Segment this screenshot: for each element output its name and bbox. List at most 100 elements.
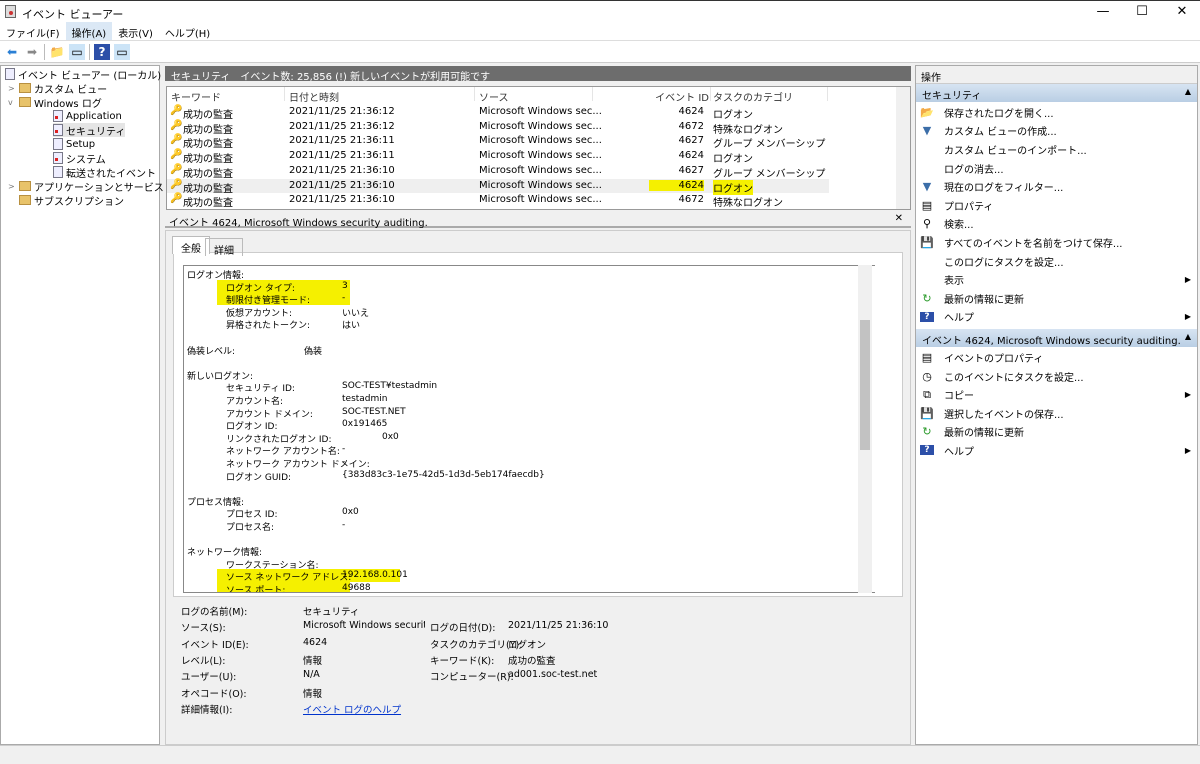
tree-item[interactable]: > アプリケーションとサービス ログ xyxy=(8,179,187,194)
submenu-arrow-icon: ▶ xyxy=(1184,275,1191,285)
action-item[interactable]: 📂 保存されたログを開く... xyxy=(916,103,1197,122)
log-icon xyxy=(53,110,63,122)
action-item[interactable]: ▼ 現在のログをフィルター... xyxy=(916,177,1197,196)
submenu-arrow-icon: ▶ xyxy=(1184,445,1191,455)
tab-details[interactable]: 詳細 xyxy=(205,238,243,257)
expand-arrow-icon[interactable]: v xyxy=(8,98,16,107)
table-row[interactable]: 🔑 成功の監査 2021/11/25 21:36:10 Microsoft Windo… xyxy=(167,178,829,195)
help-icon[interactable]: ? xyxy=(94,43,110,60)
tree-item[interactable]: システム xyxy=(53,151,106,166)
event-log-help-link[interactable]: イベント ログのヘルプ xyxy=(303,702,401,716)
column-header[interactable]: キーワード xyxy=(171,89,221,104)
field-value: ログオン xyxy=(508,639,547,651)
action-item[interactable]: ログの消去... xyxy=(916,159,1197,178)
detail-label: 新しいログオン: xyxy=(187,371,254,382)
tree-item[interactable]: 転送されたイベント xyxy=(53,165,156,180)
forward-icon[interactable]: ➡ xyxy=(24,44,40,60)
action-item[interactable]: ◷ このイベントにタスクを設定... xyxy=(916,367,1197,386)
action-item[interactable]: 表示 ▶ xyxy=(916,270,1197,289)
scrollbar-thumb[interactable] xyxy=(860,320,870,450)
column-divider[interactable] xyxy=(474,87,475,101)
collapse-icon[interactable]: ▲ xyxy=(1185,332,1191,341)
action-section-header[interactable]: イベント 4624, Microsoft Windows security au… xyxy=(916,329,1197,348)
action-item[interactable]: ▤ プロパティ xyxy=(916,196,1197,215)
cell: 4624 xyxy=(678,106,704,117)
expand-arrow-icon[interactable]: > xyxy=(8,182,16,191)
column-header[interactable]: タスクのカテゴリ xyxy=(713,89,793,104)
tree-item-label: アプリケーションとサービス ログ xyxy=(34,182,187,194)
table-row[interactable]: 🔑 成功の監査 2021/11/25 21:36:10 Microsoft Windo… xyxy=(167,164,829,180)
show-tree-icon[interactable]: ▭ xyxy=(69,43,85,60)
tree-item[interactable]: Setup xyxy=(53,137,95,151)
action-section-header[interactable]: セキュリティ ▲ xyxy=(916,84,1197,102)
column-divider[interactable] xyxy=(710,87,711,101)
action-item[interactable]: ↻ 最新の情報に更新 xyxy=(916,423,1197,442)
folder-icon xyxy=(19,195,31,205)
show-action-pane-icon[interactable]: ▭ xyxy=(114,43,130,60)
action-item[interactable]: 💾 すべてのイベントを名前をつけて保存... xyxy=(916,233,1197,252)
submenu-arrow-icon: ▶ xyxy=(1184,312,1191,322)
table-row[interactable]: 🔑 成功の監査 2021/11/25 21:36:10 Microsoft Windo… xyxy=(167,193,829,209)
column-header[interactable]: ソース xyxy=(479,89,509,104)
detail-label: ネットワーク アカウント ドメイン: xyxy=(226,460,370,470)
collapse-icon[interactable]: ▲ xyxy=(1185,87,1191,96)
close-button[interactable]: ✕ xyxy=(1164,3,1200,21)
cell: 4624 xyxy=(649,179,704,191)
tree-item[interactable]: Application xyxy=(53,109,122,123)
title-bar: イベント ビューアー — ☐ ✕ xyxy=(0,0,1200,22)
tree-item[interactable]: サブスクリプション xyxy=(8,193,124,208)
action-item[interactable]: ? ヘルプ ▶ xyxy=(916,308,1197,327)
binoculars-icon: ⚲ xyxy=(922,217,932,231)
field-label: 詳細情報(I): xyxy=(181,704,233,716)
tree-item[interactable]: > カスタム ビュー xyxy=(8,81,107,96)
action-label: プロパティ xyxy=(944,201,994,213)
copy-icon: ⧉ xyxy=(923,387,931,401)
up-folder-icon[interactable]: 📁 xyxy=(49,44,65,60)
table-row[interactable]: 🔑 成功の監査 2021/11/25 21:36:11 Microsoft Windo… xyxy=(167,134,829,150)
menu-file[interactable]: ファイル(F) xyxy=(0,22,66,40)
expand-arrow-icon[interactable]: > xyxy=(8,84,16,93)
tree-item[interactable]: v Windows ログ xyxy=(8,95,102,110)
action-item[interactable]: ↻ 最新の情報に更新 xyxy=(916,289,1197,308)
action-label: 検索... xyxy=(944,220,974,232)
detail-value: SOC-TEST.NET xyxy=(342,406,406,417)
action-item[interactable]: このログにタスクを設定... xyxy=(916,252,1197,271)
action-item[interactable]: カスタム ビューのインポート... xyxy=(916,140,1197,159)
close-icon[interactable]: ✕ xyxy=(895,213,903,224)
action-item[interactable]: 💾 選択したイベントの保存... xyxy=(916,404,1197,423)
action-label: すべてのイベントを名前をつけて保存... xyxy=(944,238,1123,250)
cell: 2021/11/25 21:36:12 xyxy=(289,106,395,117)
action-item[interactable]: ▤ イベントのプロパティ xyxy=(916,348,1197,367)
tree-item[interactable]: イベント ビューアー (ローカル) xyxy=(5,67,161,82)
action-item[interactable]: ⚲ 検索... xyxy=(916,215,1197,234)
detail-label: 仮想アカウント: xyxy=(226,308,293,319)
action-item[interactable]: ? ヘルプ ▶ xyxy=(916,441,1197,460)
detail-value: 192.168.0.101 xyxy=(342,570,408,581)
maximize-button[interactable]: ☐ xyxy=(1124,3,1160,21)
table-row[interactable]: 🔑 成功の監査 2021/11/25 21:36:12 Microsoft Windo… xyxy=(167,120,829,136)
field-label: レベル(L): xyxy=(181,655,226,667)
list-scrollbar[interactable] xyxy=(896,87,910,209)
action-label: 保存されたログを開く... xyxy=(944,108,1054,120)
table-row[interactable]: 🔑 成功の監査 2021/11/25 21:36:11 Microsoft Windo… xyxy=(167,149,829,165)
column-divider[interactable] xyxy=(284,87,285,101)
action-item[interactable]: ⧉ コピー ▶ xyxy=(916,385,1197,404)
action-label: イベントのプロパティ xyxy=(944,353,1044,365)
table-row[interactable]: 🔑 成功の監査 2021/11/25 21:36:12 Microsoft Windo… xyxy=(167,105,829,121)
action-item[interactable]: ▼ カスタム ビューの作成... xyxy=(916,122,1197,141)
folder-icon xyxy=(19,83,31,93)
column-divider[interactable] xyxy=(592,87,593,101)
cell: 2021/11/25 21:36:10 xyxy=(289,194,395,206)
menu-help[interactable]: ヘルプ(H) xyxy=(159,22,216,40)
menu-action[interactable]: 操作(A) xyxy=(65,22,113,40)
column-divider[interactable] xyxy=(827,87,828,101)
detail-label: ネットワーク アカウント名: xyxy=(226,447,340,458)
description-scrollbar[interactable] xyxy=(858,265,872,593)
navigation-tree: イベント ビューアー (ローカル) > カスタム ビュー v Windows ログ App… xyxy=(0,65,187,745)
menu-view[interactable]: 表示(V) xyxy=(112,22,159,40)
minimize-button[interactable]: — xyxy=(1085,3,1121,21)
column-header[interactable]: 日付と時刻 xyxy=(289,89,339,104)
tree-item[interactable]: セキュリティ xyxy=(53,123,126,138)
column-header[interactable]: イベント ID xyxy=(649,89,709,104)
back-icon[interactable]: ⬅ xyxy=(4,44,20,60)
